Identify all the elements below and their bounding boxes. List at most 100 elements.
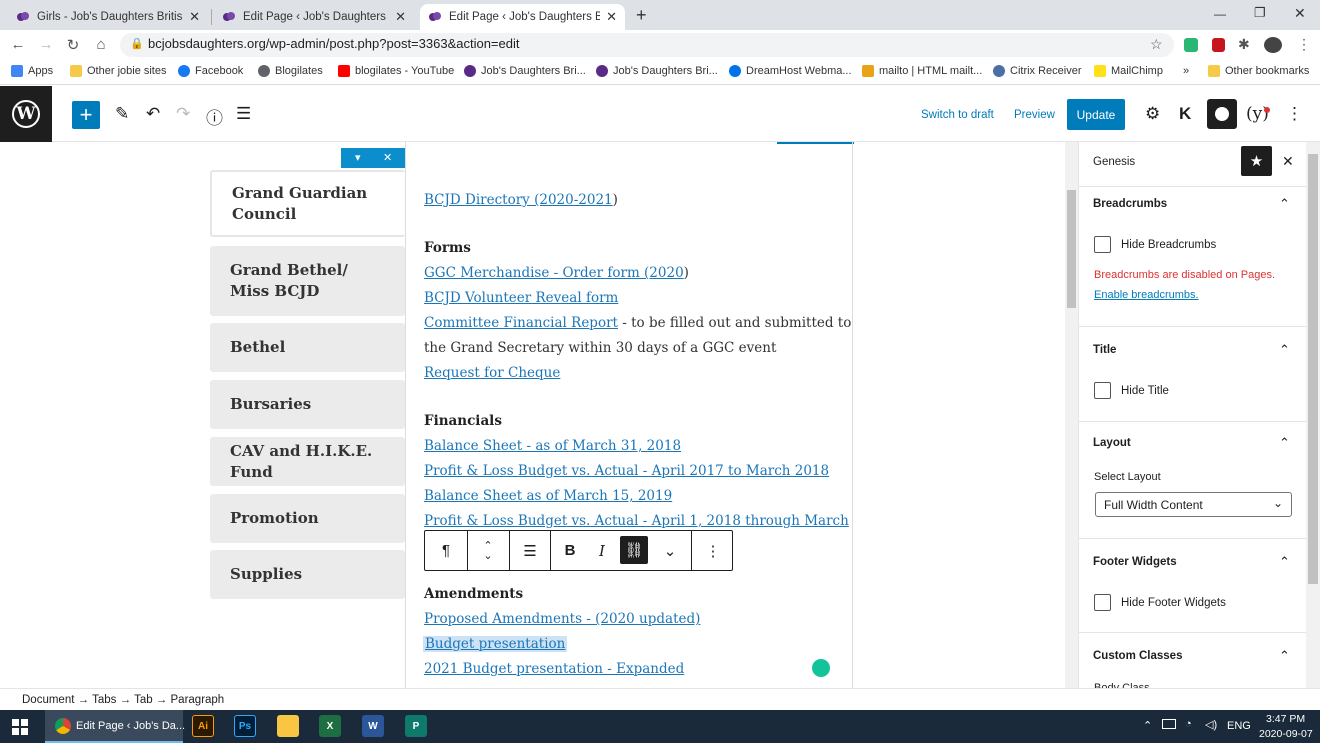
paragraph-budget2021[interactable]: 2021 Budget presentation - Expanded [424, 661, 684, 677]
pl2019-link[interactable]: Profit & Loss Budget vs. Actual - April … [424, 513, 849, 529]
wordpress-logo-icon[interactable]: W [0, 86, 52, 142]
sidebar-scroll-thumb[interactable] [1308, 154, 1318, 584]
bookmark-mailto[interactable]: mailto | HTML mailt... [862, 65, 982, 77]
bookmark-facebook[interactable]: Facebook [178, 65, 243, 77]
bs2018-link[interactable]: Balance Sheet - as of March 31, 2018 [424, 438, 681, 454]
paragraph-cheque[interactable]: Request for Cheque [424, 365, 560, 381]
unlink-icon[interactable]: ⛓ [620, 536, 648, 564]
genesis-k-icon[interactable]: K [1179, 104, 1191, 124]
proposed-amendments-link[interactable]: Proposed Amendments - (2020 updated) [424, 611, 700, 627]
tab-bethel[interactable]: Bethel [210, 323, 405, 372]
close-tab-icon[interactable]: ✕ [395, 9, 406, 25]
tab-promotion[interactable]: Promotion [210, 494, 405, 543]
block-breadcrumb[interactable]: Document → Tabs → Tab → Paragraph [0, 688, 1320, 710]
more-options-icon[interactable]: ⋮ [1286, 104, 1303, 124]
canvas-scrollbar[interactable] [1065, 142, 1078, 688]
bs2019-link[interactable]: Balance Sheet as of March 15, 2019 [424, 488, 672, 504]
publisher-icon[interactable]: P [405, 715, 427, 737]
bookmark-star-icon[interactable]: ☆ [1150, 36, 1163, 53]
paragraph-bs2018[interactable]: Balance Sheet - as of March 31, 2018 [424, 438, 681, 454]
enable-breadcrumbs-link[interactable]: Enable breadcrumbs. [1094, 289, 1199, 301]
chevron-up-icon[interactable]: ⌃ [1279, 435, 1290, 451]
excel-icon[interactable]: X [319, 715, 341, 737]
budget2021-link[interactable]: 2021 Budget presentation - Expanded [424, 661, 684, 677]
close-tab-icon[interactable]: ✕ [606, 9, 617, 25]
chevron-up-icon[interactable]: ⌃ [1279, 554, 1290, 570]
list-view-icon[interactable]: ☰ [236, 104, 251, 124]
illustrator-icon[interactable]: Ai [192, 715, 214, 737]
committee-link[interactable]: Committee Financial Report [424, 315, 618, 331]
preview-button[interactable]: Preview [1014, 109, 1055, 121]
bookmark-mailchimp[interactable]: MailChimp [1094, 65, 1163, 77]
paragraph-committee[interactable]: Committee Financial Report - to be fille… [424, 315, 851, 331]
paragraph-proposed[interactable]: Proposed Amendments - (2020 updated) [424, 611, 700, 627]
paragraph-type-icon[interactable]: ¶ [425, 531, 467, 570]
chevron-up-icon[interactable]: ⌃ [1279, 196, 1290, 212]
tab-grand-guardian-council[interactable]: Grand Guardian Council [210, 170, 405, 237]
url-text[interactable]: bcjobsdaughters.org/wp-admin/post.php?po… [148, 36, 519, 51]
move-up-down-icon[interactable]: ⌃ ⌄ [468, 531, 508, 570]
block-options-icon[interactable]: ⋮ [693, 531, 733, 570]
title-heading[interactable]: Title [1093, 344, 1116, 356]
undo-icon[interactable]: ↶ [146, 104, 160, 124]
close-tab-icon[interactable]: ✕ [189, 9, 200, 25]
paragraph-pl2019[interactable]: Profit & Loss Budget vs. Actual - April … [424, 513, 849, 529]
extension-icon[interactable] [1184, 38, 1198, 52]
paragraph-bs2019[interactable]: Balance Sheet as of March 15, 2019 [424, 488, 672, 504]
breadcrumbs-heading[interactable]: Breadcrumbs [1093, 198, 1167, 210]
paragraph-pl2018[interactable]: Profit & Loss Budget vs. Actual - April … [424, 463, 829, 479]
browser-tab[interactable]: Edit Page ‹ Job's Daughters Britis ✕ [214, 4, 414, 30]
align-icon[interactable]: ☰ [510, 531, 550, 570]
clock-date[interactable]: 2020-09-07 [1259, 728, 1313, 740]
volunteer-link[interactable]: BCJD Volunteer Reveal form [424, 290, 618, 306]
bookmark-blogilates[interactable]: Blogilates [258, 65, 323, 77]
layout-select[interactable]: Full Width Content ⌄ [1095, 492, 1292, 517]
bookmark-jd-2[interactable]: Job's Daughters Bri... [596, 65, 718, 77]
file-explorer-icon[interactable] [277, 715, 299, 737]
reload-icon[interactable]: ↻ [64, 36, 82, 54]
star-pin-icon[interactable]: ★ [1241, 146, 1272, 176]
ublock-icon[interactable] [1212, 38, 1225, 52]
back-arrow-icon[interactable]: ← [9, 36, 27, 53]
italic-icon[interactable]: I [589, 531, 615, 570]
bookmark-other-bookmarks[interactable]: Other bookmarks [1208, 65, 1309, 77]
forward-arrow-icon[interactable]: → [37, 36, 55, 53]
budget-link[interactable]: Budget presentation [425, 636, 565, 652]
custom-classes-heading[interactable]: Custom Classes [1093, 650, 1182, 662]
chevron-up-icon[interactable]: ⌃ [1279, 342, 1290, 358]
photoshop-icon[interactable]: Ps [234, 715, 256, 737]
add-block-button[interactable]: + [72, 101, 100, 129]
close-window-button[interactable]: ✕ [1294, 5, 1306, 22]
bookmark-other-jobie-sites[interactable]: Other jobie sites [70, 65, 166, 77]
paragraph-directory[interactable]: BCJD Directory (2020-2021) [424, 192, 618, 208]
collapse-arrow-icon[interactable]: ▾ [355, 151, 361, 164]
sidebar-scrollbar[interactable] [1306, 142, 1320, 688]
close-sidebar-icon[interactable]: ✕ [1282, 153, 1294, 170]
new-tab-button[interactable]: + [636, 5, 647, 26]
hide-title-checkbox[interactable] [1094, 382, 1111, 399]
profile-avatar[interactable] [1264, 37, 1282, 53]
tab-grand-bethel[interactable]: Grand Bethel/ Miss BCJD [210, 246, 405, 316]
wifi-icon[interactable]: ◔ [1185, 718, 1192, 730]
bold-icon[interactable]: B [557, 531, 583, 570]
home-icon[interactable]: ⌂ [92, 36, 110, 53]
cheque-link[interactable]: Request for Cheque [424, 365, 560, 381]
tab-cav-hike-fund[interactable]: CAV and H.I.K.E. Fund [210, 437, 405, 486]
close-tab-block-icon[interactable]: ✕ [383, 151, 392, 164]
battery-icon[interactable] [1162, 719, 1176, 729]
layout-heading[interactable]: Layout [1093, 437, 1131, 449]
more-formats-chevron-icon[interactable]: ⌄ [657, 531, 683, 570]
windows-start-icon[interactable] [12, 719, 28, 735]
bookmark-dreamhost[interactable]: DreamHost Webma... [729, 65, 852, 77]
chevron-up-icon[interactable]: ⌃ [1279, 648, 1290, 664]
canvas-scroll-thumb[interactable] [1067, 190, 1076, 308]
ggc-merch-link[interactable]: GGC Merchandise - Order form (2020 [424, 265, 684, 281]
switch-to-draft-button[interactable]: Switch to draft [921, 109, 994, 121]
language-indicator[interactable]: ENG [1227, 720, 1251, 732]
clock-time[interactable]: 3:47 PM [1266, 713, 1305, 725]
hide-breadcrumbs-checkbox[interactable] [1094, 236, 1111, 253]
paragraph-budget-selected[interactable]: Budget presentation [423, 636, 568, 652]
grammarly-plugin-icon[interactable] [1207, 99, 1237, 129]
pl2018-link[interactable]: Profit & Loss Budget vs. Actual - April … [424, 463, 829, 479]
footer-widgets-heading[interactable]: Footer Widgets [1093, 556, 1177, 568]
